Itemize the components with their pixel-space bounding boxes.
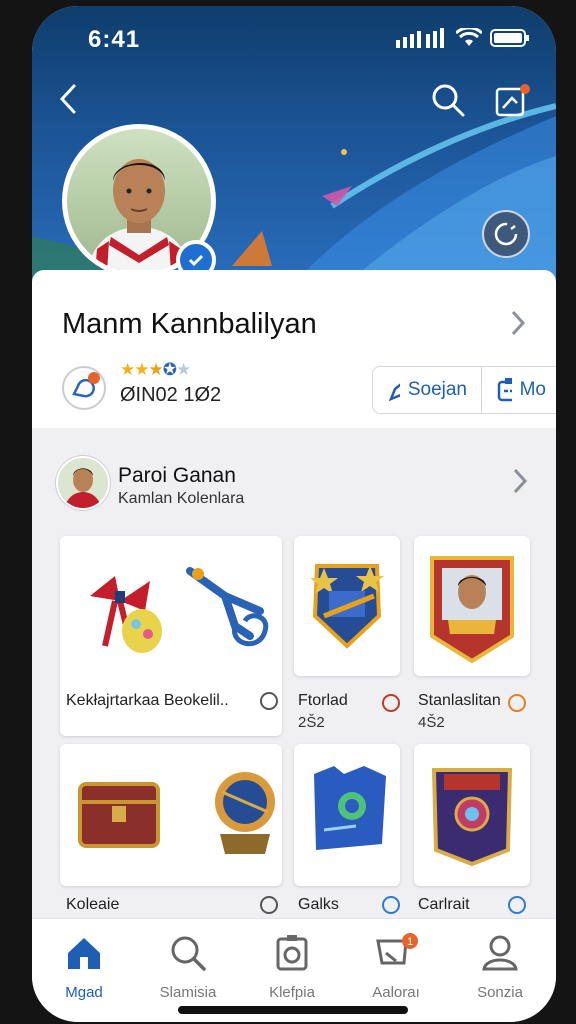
status-time: 6:41 — [88, 26, 141, 53]
search-button[interactable] — [430, 82, 466, 123]
edit-icon — [388, 383, 400, 402]
search-icon — [171, 936, 206, 971]
tab-camera[interactable]: Klefpia — [240, 933, 344, 1001]
owner-portrait — [64, 468, 102, 508]
tab-label: Klefpia — [269, 984, 315, 1001]
edit-pill-button[interactable]: Soejan — [372, 366, 482, 414]
edit-pill-label: Soejan — [407, 379, 467, 400]
item-card[interactable] — [294, 536, 400, 676]
back-button[interactable] — [56, 82, 80, 121]
section-title: Paroi Ganan — [118, 464, 236, 487]
shield-badge-image — [310, 564, 384, 649]
item-label: Stanlaslitan — [418, 692, 501, 709]
cart-icon: 1 — [376, 933, 418, 965]
profile-chevron-button[interactable] — [508, 308, 528, 345]
home-indicator — [178, 1006, 408, 1014]
favorite-toggle[interactable] — [508, 694, 526, 712]
crest-image — [431, 768, 513, 867]
refresh-icon — [494, 222, 518, 246]
tab-search[interactable]: Slamisia — [136, 933, 240, 1001]
status-bar: 6:41 — [32, 26, 556, 56]
tab-cart[interactable]: 1 Aaloraı — [344, 933, 448, 1001]
home-icon — [68, 938, 100, 969]
message-pill-button[interactable]: Mo — [481, 366, 556, 414]
cart-badge-count: 1 — [407, 936, 413, 948]
notification-badge-button[interactable] — [62, 366, 106, 410]
checkmark-icon — [188, 254, 204, 267]
collection-section-header[interactable]: Paroi Ganan Kamlan Kolenlara — [32, 436, 556, 526]
profile-name: Manm Kannbalilyan — [62, 308, 317, 340]
tab-label: Sonzia — [477, 984, 523, 1001]
notification-dot — [520, 84, 530, 94]
phone-screen: 6:41 Manm Kannbalilyan ★★★✪★ ØIN02 1Ø2 S… — [32, 6, 556, 1022]
favorite-toggle[interactable] — [382, 694, 400, 712]
chevron-left-icon — [59, 84, 76, 114]
chevron-right-icon — [513, 468, 528, 494]
jersey-image — [314, 766, 386, 850]
profile-info-card: Manm Kannbalilyan ★★★✪★ ØIN02 1Ø2 Soejan — [32, 270, 556, 428]
item-number: 2Š2 — [298, 714, 325, 731]
item-card[interactable] — [60, 744, 282, 886]
item-label: Carlrait — [418, 896, 470, 913]
item-label: Ftorlad — [298, 692, 348, 709]
item-card[interactable] — [294, 744, 400, 886]
camera-button[interactable] — [482, 210, 530, 258]
bow-bell-key-image — [90, 567, 269, 653]
search-icon — [432, 84, 465, 117]
chest-globe-image — [78, 772, 275, 854]
tab-label: Mgad — [65, 984, 103, 1001]
profile-icon — [482, 935, 518, 971]
section-subtitle: Kamlan Kolenlara — [118, 490, 245, 507]
tab-home[interactable]: Mgad — [32, 933, 136, 1001]
item-number: 4Š2 — [418, 714, 445, 731]
owner-avatar — [56, 456, 110, 510]
favorite-toggle[interactable] — [260, 896, 278, 914]
message-pill-label: Mo — [519, 379, 546, 400]
favorite-toggle[interactable] — [260, 692, 278, 710]
battery-icon — [490, 29, 529, 47]
status-icons — [396, 28, 530, 48]
share-button[interactable] — [494, 82, 532, 125]
item-label: Galks — [298, 896, 339, 913]
favorite-toggle[interactable] — [508, 896, 526, 914]
profile-code: ØIN02 1Ø2 — [120, 384, 222, 406]
section-chevron[interactable] — [510, 466, 530, 503]
message-icon — [497, 378, 512, 402]
item-label: Kekłajrtarkaa Beokelil.. — [66, 692, 229, 709]
item-label: Koleaie — [66, 896, 120, 913]
tab-profile[interactable]: Sonzia — [448, 933, 552, 1001]
item-card[interactable] — [414, 744, 530, 886]
wifi-icon — [456, 28, 482, 46]
item-card[interactable] — [414, 536, 530, 676]
signal-icon — [396, 28, 444, 48]
chat-icon — [72, 372, 100, 398]
rating-stars: ★★★✪★ — [120, 360, 191, 379]
tab-label: Slamisia — [159, 984, 217, 1001]
camera-icon — [276, 935, 308, 971]
player-card-image — [430, 556, 514, 664]
chevron-right-icon — [511, 310, 526, 336]
favorite-toggle[interactable] — [382, 896, 400, 914]
tab-label: Aaloraı — [372, 984, 420, 1001]
share-icon — [495, 84, 530, 117]
